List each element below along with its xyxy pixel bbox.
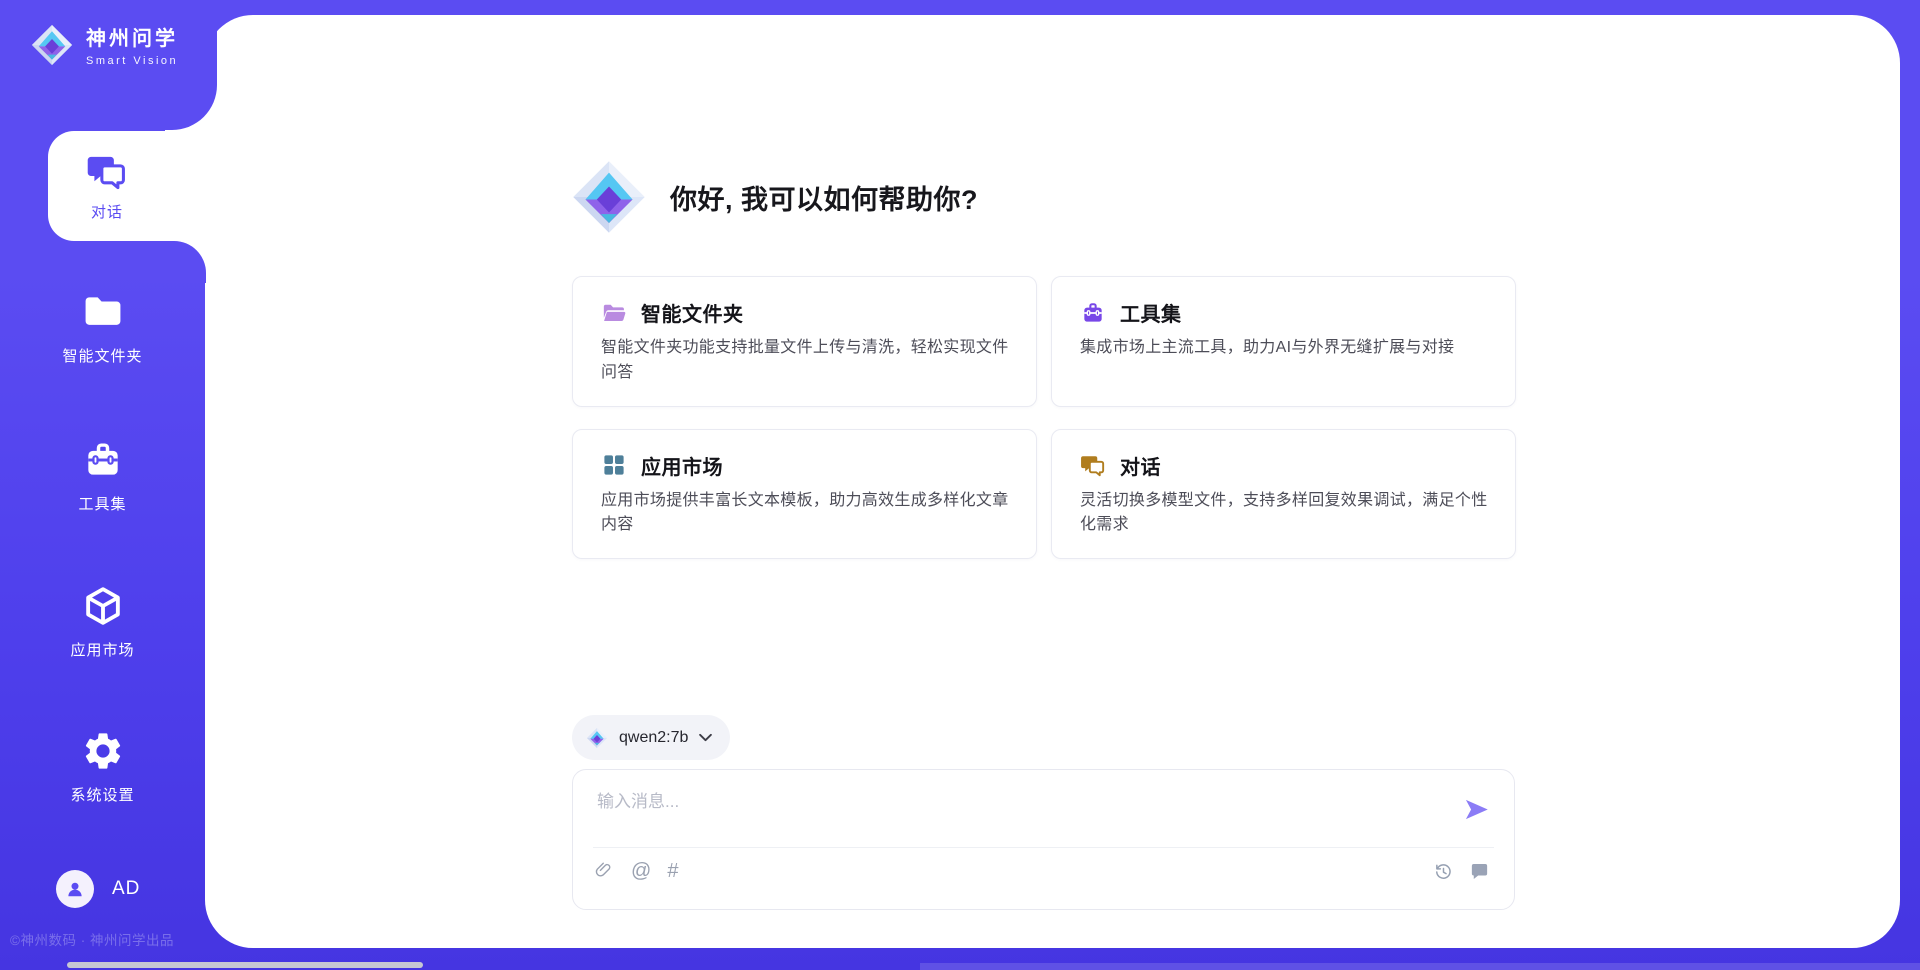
sidebar-item-label: 系统设置 — [70, 784, 134, 805]
folder-open-icon — [601, 300, 627, 326]
card-description: 集成市场上主流工具，助力AI与外界无缝扩展与对接 — [1080, 336, 1489, 361]
model-name: qwen2:7b — [619, 729, 688, 747]
sidebar-item-label: 应用市场 — [70, 639, 134, 660]
model-gem-logo-icon — [586, 727, 608, 749]
user-account[interactable]: AD — [56, 870, 140, 908]
chevron-down-icon — [699, 733, 712, 742]
sidebar-item-label: 工具集 — [78, 493, 126, 514]
toolbox-icon — [81, 438, 125, 482]
sidebar-item-smart-folder[interactable]: 智能文件夹 — [0, 290, 205, 366]
app-window: 神州问学 Smart Vision 对话 智能文件夹 工具集 应用市场 — [0, 0, 1920, 970]
sidebar-item-settings[interactable]: 系统设置 — [0, 729, 205, 805]
brand-gem-logo-icon — [30, 23, 74, 67]
card-chat[interactable]: 对话 灵活切换多模型文件，支持多样回复效果调试，满足个性化需求 — [1051, 429, 1516, 560]
greeting-title: 你好, 我可以如何帮助你? — [670, 178, 978, 217]
message-input[interactable] — [595, 784, 1439, 820]
quick-phrase-icon[interactable] — [1469, 861, 1490, 882]
history-icon[interactable] — [1433, 861, 1454, 882]
sidebar-item-label: 对话 — [91, 201, 123, 222]
attachment-icon[interactable] — [594, 860, 615, 881]
sidebar-item-chat[interactable]: 对话 — [48, 131, 206, 241]
composer-divider — [593, 847, 1494, 848]
sidebar-item-label: 智能文件夹 — [62, 345, 142, 366]
card-description: 应用市场提供丰富长文本模板，助力高效生成多样化文章内容 — [601, 489, 1010, 539]
greeting-gem-logo-icon — [570, 158, 648, 236]
card-title: 对话 — [1120, 451, 1161, 480]
mention-icon[interactable]: @ — [631, 861, 651, 881]
brand-subtitle: Smart Vision — [86, 55, 178, 67]
card-title: 智能文件夹 — [641, 298, 744, 327]
card-toolset[interactable]: 工具集 集成市场上主流工具，助力AI与外界无缝扩展与对接 — [1051, 276, 1516, 407]
user-initials: AD — [112, 878, 140, 900]
hashtag-icon[interactable]: # — [667, 861, 678, 881]
feature-cards: 智能文件夹 智能文件夹功能支持批量文件上传与清洗，轻松实现文件问答 工具集 集成… — [572, 276, 1516, 559]
card-smart-folder[interactable]: 智能文件夹 智能文件夹功能支持批量文件上传与清洗，轻松实现文件问答 — [572, 276, 1037, 407]
cube-icon — [81, 584, 125, 628]
grid-icon — [601, 452, 627, 478]
scrollbar-thumb[interactable] — [67, 962, 423, 968]
person-icon — [63, 877, 87, 901]
card-app-market[interactable]: 应用市场 应用市场提供丰富长文本模板，助力高效生成多样化文章内容 — [572, 429, 1037, 560]
chat-bubbles-icon — [86, 150, 128, 192]
brand: 神州问学 Smart Vision — [30, 22, 178, 67]
card-title: 工具集 — [1120, 298, 1182, 327]
chat-bubbles-icon — [1080, 452, 1106, 478]
sidebar-item-toolset[interactable]: 工具集 — [0, 438, 205, 514]
send-icon[interactable] — [1463, 796, 1490, 823]
card-title: 应用市场 — [641, 451, 723, 480]
folder-icon — [81, 290, 125, 334]
greeting-block: 你好, 我可以如何帮助你? — [570, 158, 978, 236]
toolbox-icon — [1080, 300, 1106, 326]
scrollbar-track — [920, 963, 1920, 970]
card-description: 灵活切换多模型文件，支持多样回复效果调试，满足个性化需求 — [1080, 489, 1489, 539]
message-composer: @ # — [572, 769, 1515, 910]
card-description: 智能文件夹功能支持批量文件上传与清洗，轻松实现文件问答 — [601, 336, 1010, 386]
sidebar-item-app-market[interactable]: 应用市场 — [0, 584, 205, 660]
model-selector[interactable]: qwen2:7b — [572, 715, 730, 760]
copyright-footer: ©神州数码 · 神州问学出品 — [10, 929, 174, 949]
gear-icon — [81, 729, 125, 773]
avatar — [56, 870, 94, 908]
brand-name: 神州问学 — [86, 22, 178, 51]
